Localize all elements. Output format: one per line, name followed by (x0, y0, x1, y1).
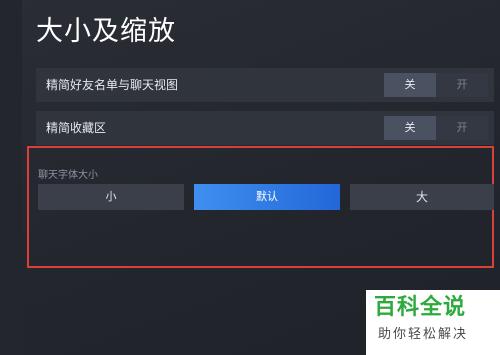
setting-compact-favorites: 精简收藏区 关 开 (36, 111, 494, 145)
font-size-selector: 小 默认 大 (38, 184, 494, 210)
setting-label: 精简好友名单与聊天视图 (46, 78, 179, 92)
font-size-large-button[interactable]: 大 (350, 184, 494, 210)
font-size-default-button[interactable]: 默认 (194, 184, 340, 210)
font-size-small-button[interactable]: 小 (38, 184, 184, 210)
compact-favorites-toggle[interactable]: 关 开 (384, 116, 488, 140)
toggle-option-on[interactable]: 开 (436, 73, 488, 97)
left-sidebar-edge (0, 0, 22, 355)
watermark-logo: 百科全说 助你轻松解决 (366, 290, 500, 355)
compact-friends-toggle[interactable]: 关 开 (384, 73, 488, 97)
setting-compact-friends-chat: 精简好友名单与聊天视图 关 开 (36, 68, 494, 102)
watermark-subtitle: 助你轻松解决 (378, 327, 469, 342)
toggle-option-off[interactable]: 关 (384, 116, 436, 140)
toggle-option-off[interactable]: 关 (384, 73, 436, 97)
toggle-option-on[interactable]: 开 (436, 116, 488, 140)
page-title: 大小及缩放 (36, 16, 176, 47)
watermark-title: 百科全说 (374, 295, 467, 320)
chat-font-size-label: 聊天字体大小 (38, 170, 98, 181)
setting-label: 精简收藏区 (46, 121, 107, 135)
